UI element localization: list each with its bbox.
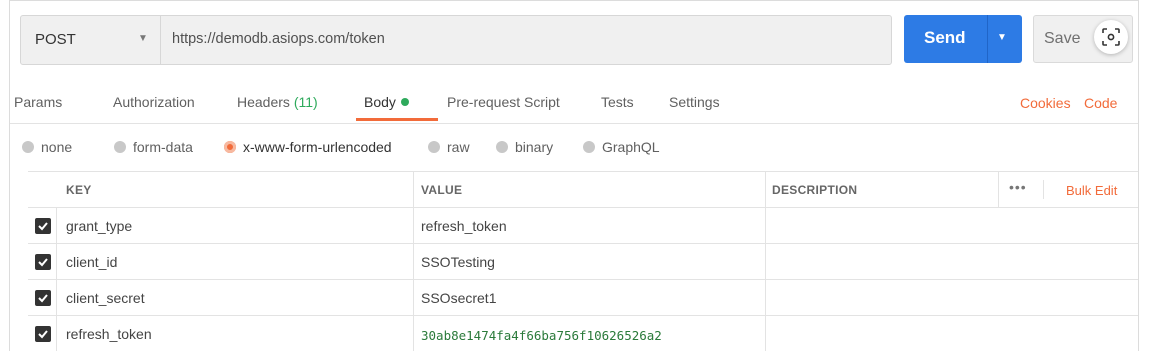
radio-none[interactable]: none	[22, 139, 72, 155]
row-checkbox[interactable]	[35, 326, 51, 342]
request-tabs: Params Authorization Headers (11) Body P…	[10, 81, 1138, 124]
send-label: Send	[924, 28, 966, 47]
tab-headers-label: Headers	[237, 94, 290, 110]
active-dot-icon	[400, 98, 409, 107]
body-type-selector: none form-data x-www-form-urlencoded raw…	[10, 128, 1138, 168]
table-row: refresh_token 30ab8e1474fa4f66ba756f1062…	[28, 316, 1138, 351]
radio-binary[interactable]: binary	[496, 139, 553, 155]
method-label: POST	[35, 31, 76, 48]
url-input[interactable]: https://demodb.asiops.com/token	[172, 31, 385, 47]
radio-icon	[583, 141, 595, 154]
row-checkbox[interactable]	[35, 290, 51, 306]
table-header: KEY VALUE DESCRIPTION ••• Bulk Edit	[28, 171, 1138, 208]
radio-x-www-form-urlencoded[interactable]: x-www-form-urlencoded	[224, 139, 392, 155]
tab-headers[interactable]: Headers (11)	[237, 94, 318, 110]
checkmark-icon	[38, 294, 48, 303]
radio-binary-label: binary	[515, 139, 554, 155]
row-key[interactable]: grant_type	[66, 218, 132, 234]
radio-form-data[interactable]: form-data	[114, 139, 193, 155]
row-checkbox[interactable]	[35, 254, 51, 270]
save-label: Save	[1044, 30, 1081, 47]
row-value[interactable]: 30ab8e1474fa4f66ba756f10626526a2	[421, 328, 662, 343]
tab-settings[interactable]: Settings	[669, 94, 720, 110]
radio-icon	[114, 141, 126, 154]
radio-form-data-label: form-data	[133, 139, 193, 155]
row-checkbox[interactable]	[35, 218, 51, 234]
bulk-edit-link[interactable]: Bulk Edit	[1066, 183, 1117, 198]
active-tab-indicator	[356, 118, 438, 121]
column-divider	[998, 171, 999, 208]
send-options-caret-icon[interactable]: ▼	[997, 32, 1007, 43]
tab-params[interactable]: Params	[14, 94, 62, 110]
tab-headers-count: (11)	[293, 94, 318, 110]
radio-icon	[496, 141, 508, 154]
scan-icon	[1102, 28, 1120, 46]
cookies-link[interactable]: Cookies	[1020, 95, 1071, 111]
code-link[interactable]: Code	[1084, 95, 1117, 111]
row-value[interactable]: SSOsecret1	[421, 290, 496, 306]
tab-tests[interactable]: Tests	[601, 94, 634, 110]
radio-raw[interactable]: raw	[428, 139, 470, 155]
send-divider	[987, 15, 988, 63]
column-divider	[56, 208, 57, 351]
column-divider	[765, 171, 766, 351]
send-button[interactable]: Send ▼	[904, 15, 1022, 63]
visual-search-button[interactable]	[1094, 20, 1128, 54]
column-key: KEY	[66, 183, 92, 197]
tab-pre-request-script[interactable]: Pre-request Script	[447, 94, 560, 110]
radio-graphql[interactable]: GraphQL	[583, 139, 660, 155]
table-row: grant_type refresh_token	[28, 208, 1138, 244]
radio-icon	[428, 141, 440, 154]
radio-urlencoded-label: x-www-form-urlencoded	[243, 139, 392, 155]
column-divider	[413, 171, 414, 351]
row-key[interactable]: refresh_token	[66, 326, 152, 342]
row-key[interactable]: client_id	[66, 254, 117, 270]
radio-none-label: none	[41, 139, 73, 155]
checkmark-icon	[38, 258, 48, 267]
more-options-icon[interactable]: •••	[1009, 179, 1027, 195]
row-value[interactable]: SSOTesting	[421, 254, 495, 270]
checkmark-icon	[38, 330, 48, 339]
checkmark-icon	[38, 222, 48, 231]
url-box: POST ▼ https://demodb.asiops.com/token	[20, 15, 892, 65]
row-value[interactable]: refresh_token	[421, 218, 507, 234]
radio-raw-label: raw	[447, 139, 470, 155]
column-value: VALUE	[421, 183, 463, 197]
radio-selected-icon	[224, 141, 236, 154]
caret-down-icon: ▼	[138, 33, 148, 44]
method-select[interactable]: POST ▼	[21, 16, 161, 64]
radio-icon	[22, 141, 34, 154]
row-key[interactable]: client_secret	[66, 290, 145, 306]
tab-authorization[interactable]: Authorization	[113, 94, 195, 110]
tab-body[interactable]: Body	[364, 94, 409, 110]
table-row: client_secret SSOsecret1	[28, 280, 1138, 316]
request-bar: POST ▼ https://demodb.asiops.com/token S…	[10, 1, 1138, 75]
header-divider	[1043, 180, 1044, 199]
table-row: client_id SSOTesting	[28, 244, 1138, 280]
radio-graphql-label: GraphQL	[602, 139, 660, 155]
request-panel: POST ▼ https://demodb.asiops.com/token S…	[9, 0, 1139, 351]
column-description: DESCRIPTION	[772, 183, 858, 197]
tab-body-label: Body	[364, 94, 396, 110]
